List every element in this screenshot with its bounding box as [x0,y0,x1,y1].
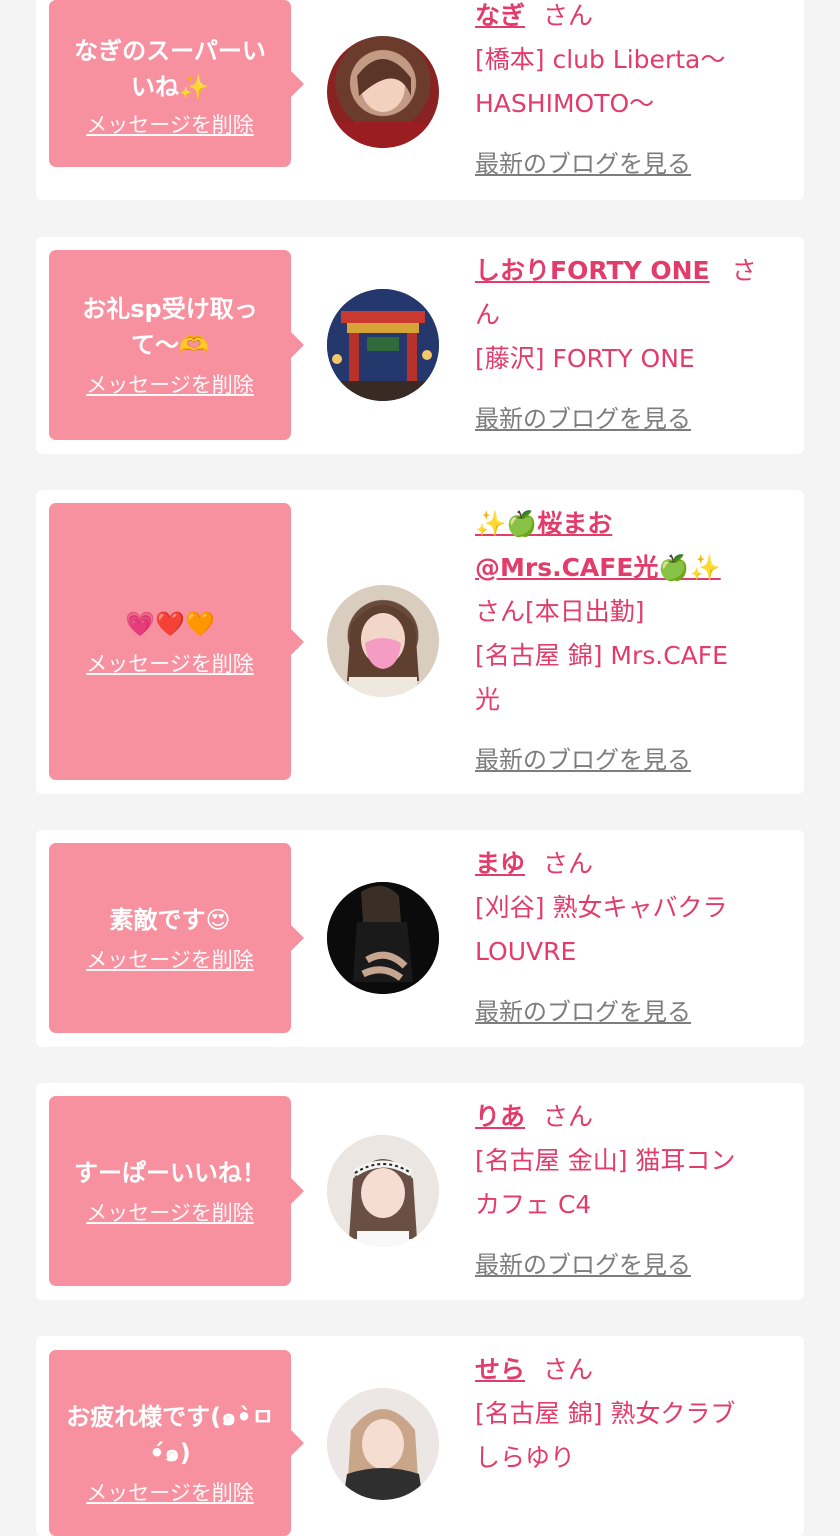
avatar-photo-icon [337,58,429,148]
latest-blog-link[interactable]: 最新のブログを見る [475,403,691,435]
shop-label: [名古屋 金山] 猫耳コン [475,1146,736,1175]
girl-name-link[interactable]: なぎ [475,1,525,30]
shop-label-continued: 光 [475,685,501,714]
girl-name-link[interactable]: まゆ [475,849,525,878]
shop-label-continued: しらゆり [475,1443,576,1472]
delete-message-link[interactable]: メッセージを削除 [86,946,254,974]
girl-info: なぎ さん [橋本] club Liberta〜 HASHIMOTO〜 [475,0,793,126]
chinatown-gate-avatar[interactable] [327,289,439,401]
delete-message-link[interactable]: メッセージを削除 [86,111,254,139]
latest-blog-link[interactable]: 最新のブログを見る [475,1249,691,1281]
honorific-label: さん[本日出勤] [475,597,645,626]
message-card: すーぱーいいね！ メッセージを削除 りあ さん [名古屋 金山] 猫耳コン カフェ… [36,1083,804,1300]
shop-label-continued: LOUVRE [475,937,577,966]
girl-info: りあ さん [名古屋 金山] 猫耳コン カフェ C4 [475,1095,793,1227]
girl-info: しおりFORTY ONE さ ん [藤沢] FORTY ONE [475,249,793,381]
shop-label-continued: HASHIMOTO〜 [475,89,655,118]
dark-dress-avatar[interactable] [327,882,439,994]
message-bubble: お礼sp受け取っ て〜🫶 メッセージを削除 [49,250,304,440]
honorific-label: さん [543,1102,594,1131]
shop-label: [名古屋 錦] Mrs.CAFE [475,641,728,670]
avatar-photo-icon [327,289,439,401]
message-bubble: 素敵です😍 メッセージを削除 [49,843,304,1033]
message-card: お礼sp受け取っ て〜🫶 メッセージを削除 しおりFORTY ONE さ ん [藤… [36,237,804,454]
shop-label: [橋本] club Liberta〜 [475,45,726,74]
message-bubble: 💗❤️🧡 メッセージを削除 [49,503,304,780]
message-text: 素敵です😍 [109,906,231,934]
girl-info: せら さん [名古屋 錦] 熟女クラブ しらゆり [475,1348,793,1480]
avatar-photo-icon [327,1388,439,1500]
honorific-label: さん [543,849,594,878]
message-card: なぎのスーパーい いね✨ メッセージを削除 なぎ さん [橋本] club Lib… [36,0,804,200]
honorific-label: さん [543,1355,594,1384]
girl-headband-avatar[interactable] [327,1135,439,1247]
girl-info: ✨🍏桜まお @Mrs.CAFE光🍏✨ さん[本日出勤] [名古屋 錦] Mrs.… [475,502,793,722]
avatar-photo-icon [327,882,439,994]
girl-name-link[interactable]: りあ [475,1102,525,1131]
blonde-woman-avatar[interactable] [327,1388,439,1500]
message-bubble: お疲れ様です(๑•̀ㅁ •́๑) メッセージを削除 [49,1350,304,1536]
girl-name-link[interactable]: せら [475,1355,525,1384]
girl-info: まゆ さん [刈谷] 熟女キャバクラ LOUVRE [475,842,793,974]
avatar-photo-icon [327,1135,439,1247]
delete-message-link[interactable]: メッセージを削除 [86,650,254,678]
latest-blog-link[interactable]: 最新のブログを見る [475,148,691,180]
delete-message-link[interactable]: メッセージを削除 [86,1479,254,1507]
delete-message-link[interactable]: メッセージを削除 [86,371,254,399]
masked-woman-avatar[interactable] [327,585,439,697]
shop-label: [刈谷] 熟女キャバクラ [475,893,728,922]
message-card: 💗❤️🧡 メッセージを削除 ✨🍏桜まお @Mrs.CAFE光🍏✨ さん[本日出勤… [36,490,804,794]
message-text: すーぱーいいね！ [74,1159,266,1187]
message-bubble: すーぱーいいね！ メッセージを削除 [49,1096,304,1286]
avatar-photo-icon [347,605,419,697]
shop-label-continued: カフェ C4 [475,1190,592,1219]
message-text: お疲れ様です(๑•̀ㅁ •́๑) [66,1403,274,1467]
latest-blog-link[interactable]: 最新のブログを見る [475,996,691,1028]
shop-label: [藤沢] FORTY ONE [475,344,695,373]
girl-name-link[interactable]: ✨🍏桜まお [475,509,612,538]
woman-portrait-avatar[interactable] [327,36,439,148]
message-card: 素敵です😍 メッセージを削除 まゆ さん [刈谷] 熟女キャバクラ LOUVRE … [36,830,804,1047]
message-text: 💗❤️🧡 [125,609,215,638]
honorific-label: さん [543,1,594,30]
girl-name-link[interactable]: しおりFORTY ONE [475,256,710,285]
girl-name-link-continued[interactable]: @Mrs.CAFE光🍏✨ [475,553,721,582]
latest-blog-link[interactable]: 最新のブログを見る [475,744,691,776]
shop-label: [名古屋 錦] 熟女クラブ [475,1399,736,1428]
message-card: お疲れ様です(๑•̀ㅁ •́๑) メッセージを削除 せら さん [名古屋 錦] 熟… [36,1336,804,1536]
message-text: なぎのスーパーい いね✨ [74,36,266,101]
message-text: お礼sp受け取っ て〜🫶 [82,295,258,359]
message-bubble: なぎのスーパーい いね✨ メッセージを削除 [49,0,304,167]
delete-message-link[interactable]: メッセージを削除 [86,1199,254,1227]
